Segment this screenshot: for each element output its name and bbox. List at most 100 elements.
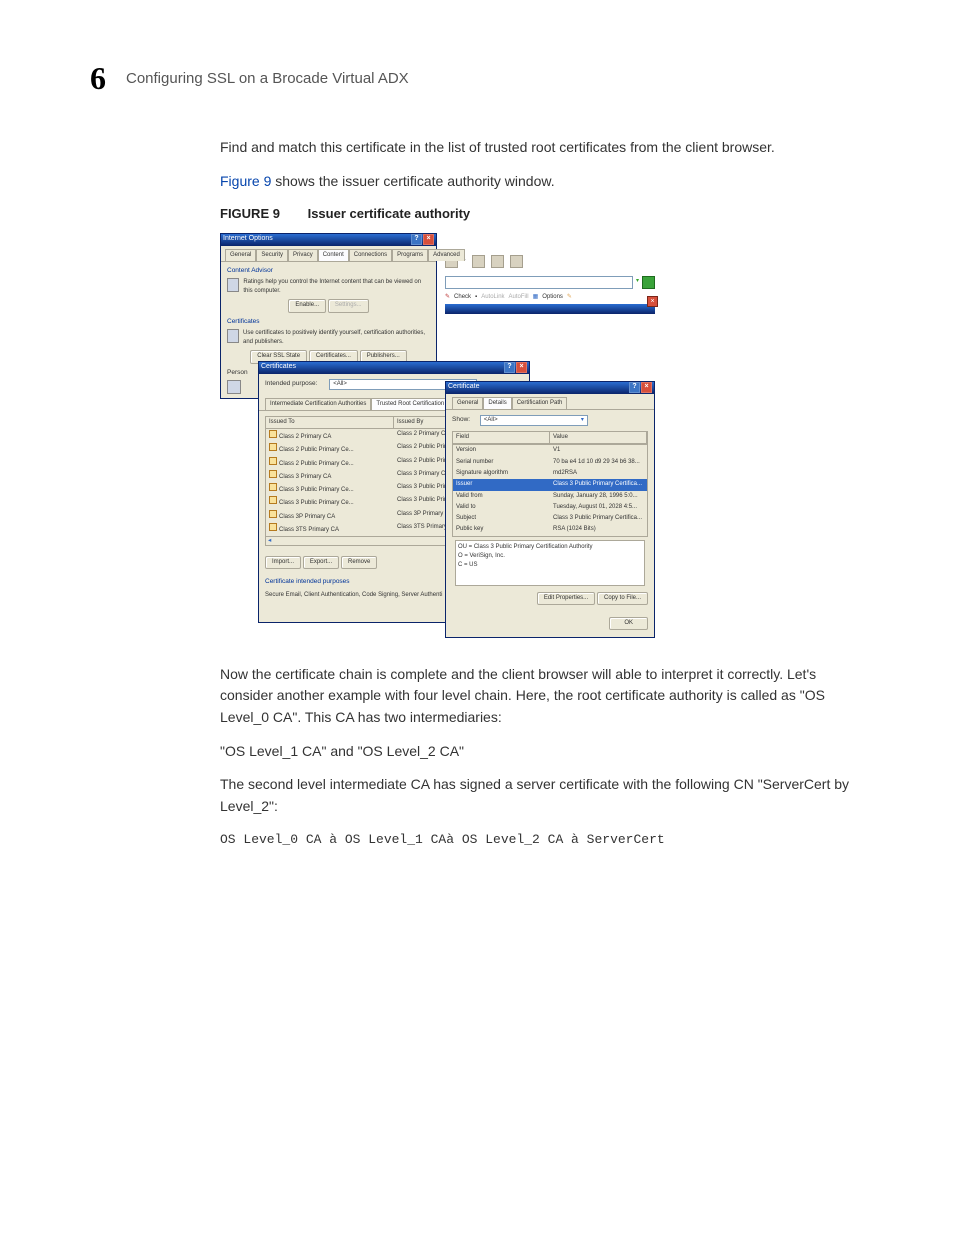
- table-row: Valid fromSunday, January 28, 1996 5:0..…: [453, 491, 647, 502]
- certificate-icon: [227, 329, 239, 343]
- table-row-selected: IssuerClass 3 Public Primary Certifica..…: [453, 479, 647, 490]
- go-arrow-icon[interactable]: ▾: [636, 277, 639, 286]
- text: shows the issuer certificate authority w…: [271, 173, 554, 189]
- options-link[interactable]: Options: [542, 293, 563, 302]
- paragraph: Now the certificate chain is complete an…: [220, 664, 860, 729]
- window-title: Certificates: [261, 362, 296, 373]
- certificate-details-window: Certificate ?× General Details Certifica…: [445, 381, 655, 638]
- table-row: Signature algorithmmd2RSA: [453, 468, 647, 479]
- cert-icon: [269, 470, 277, 478]
- edit-properties-button[interactable]: Edit Properties...: [537, 592, 595, 605]
- toolbar-text: ▪: [475, 293, 477, 302]
- page-header: 6 Configuring SSL on a Brocade Virtual A…: [90, 60, 894, 97]
- col-value[interactable]: Value: [550, 432, 647, 443]
- table-row: Public keyRSA (1024 Bits): [453, 524, 647, 535]
- options-icon: ▦: [533, 293, 539, 302]
- copy-to-file-button[interactable]: Copy to File...: [597, 592, 648, 605]
- figure-label: FIGURE 9: [220, 206, 280, 221]
- dropdown-value: <All>: [333, 381, 347, 387]
- help-icon[interactable]: ?: [411, 234, 422, 245]
- intended-purpose-label: Intended purpose:: [265, 380, 317, 387]
- tab-advanced[interactable]: Advanced: [428, 249, 465, 261]
- certificates-text: Use certificates to positively identify …: [243, 329, 430, 348]
- paragraph-indented: "OS Level_1 CA" and "OS Level_2 CA": [220, 741, 860, 763]
- tab-general[interactable]: General: [452, 397, 483, 409]
- titlebar: Certificates ?×: [259, 362, 529, 374]
- cert-icon: [269, 483, 277, 491]
- close-icon[interactable]: ×: [516, 362, 527, 373]
- toolbar-icon: ✎: [567, 293, 572, 302]
- figure-title: Issuer certificate authority: [308, 206, 471, 221]
- window-title: Certificate: [448, 382, 480, 393]
- close-icon[interactable]: ×: [641, 382, 652, 393]
- cert-icon: [269, 430, 277, 438]
- profile-icon: [227, 380, 241, 394]
- figure-ref-link[interactable]: Figure 9: [220, 173, 271, 189]
- content-advisor-label: Content Advisor: [227, 266, 430, 276]
- tab-cert-path[interactable]: Certification Path: [512, 397, 568, 409]
- toolbar-icon[interactable]: [510, 255, 523, 268]
- code-block: OS Level_0 CA à OS Level_1 CAà OS Level_…: [220, 830, 860, 850]
- url-field[interactable]: [445, 276, 633, 289]
- paragraph: Figure 9 shows the issuer certificate au…: [220, 171, 860, 193]
- show-label: Show:: [452, 416, 470, 423]
- dropdown-value: <All>: [484, 417, 498, 423]
- help-icon[interactable]: ?: [504, 362, 515, 373]
- table-row: Serial number70 ba e4 1d 10 d9 29 34 b6 …: [453, 457, 647, 468]
- enable-button[interactable]: Enable...: [288, 299, 326, 312]
- titlebar: Certificate ?×: [446, 382, 654, 394]
- paragraph: Find and match this certificate in the l…: [220, 137, 860, 159]
- tab-programs[interactable]: Programs: [392, 249, 428, 261]
- close-icon[interactable]: ×: [423, 234, 434, 245]
- go-button[interactable]: [642, 276, 655, 289]
- titlebar: Internet Options ?×: [221, 234, 436, 246]
- content-advisor-icon: [227, 278, 239, 292]
- section-title: Configuring SSL on a Brocade Virtual ADX: [126, 70, 409, 87]
- close-icon[interactable]: ×: [647, 296, 658, 307]
- table-row: Valid toTuesday, August 01, 2028 4:5...: [453, 502, 647, 513]
- tab-general[interactable]: General: [225, 249, 256, 261]
- table-row: SubjectClass 3 Public Primary Certifica.…: [453, 513, 647, 524]
- document-page: 6 Configuring SSL on a Brocade Virtual A…: [0, 0, 954, 1235]
- show-dropdown[interactable]: <All> ▾: [480, 415, 588, 426]
- detail-textbox[interactable]: OU = Class 3 Public Primary Certificatio…: [455, 540, 645, 586]
- help-icon[interactable]: ?: [629, 382, 640, 393]
- cert-icon: [269, 457, 277, 465]
- tab-security[interactable]: Security: [256, 249, 288, 261]
- abc-icon: ✎: [445, 293, 450, 302]
- window-title: Internet Options: [223, 234, 273, 245]
- details-header: Field Value: [452, 431, 648, 444]
- check-label[interactable]: Check: [454, 293, 471, 302]
- export-button[interactable]: Export...: [303, 556, 339, 569]
- col-issued-to[interactable]: Issued To: [266, 417, 394, 428]
- cert-icon: [269, 443, 277, 451]
- chevron-down-icon: ▾: [581, 416, 584, 425]
- cert-icon: [269, 523, 277, 531]
- body-area: Find and match this certificate in the l…: [220, 137, 860, 850]
- toolbar-icon[interactable]: [491, 255, 504, 268]
- details-list[interactable]: VersionV1 Serial number70 ba e4 1d 10 d9…: [452, 444, 648, 536]
- figure-caption: FIGURE 9 Issuer certificate authority: [220, 204, 860, 224]
- col-field[interactable]: Field: [453, 432, 550, 443]
- tab-details[interactable]: Details: [483, 397, 511, 409]
- tab-row: General Security Privacy Content Connect…: [221, 246, 436, 262]
- toolbar-disabled-text: AutoLink: [481, 293, 504, 302]
- toolbar-icon[interactable]: [472, 255, 485, 268]
- toolbar-disabled-text: AutoFill: [509, 293, 529, 302]
- tab-content[interactable]: Content: [318, 249, 349, 261]
- tab-privacy[interactable]: Privacy: [288, 249, 318, 261]
- browser-toolbar-fragment: · ▾ ✎ Check ▪ AutoLink AutoFill ▦: [445, 255, 655, 310]
- tab-trusted-root-ca[interactable]: Trusted Root Certification A: [371, 398, 454, 410]
- cert-icon: [269, 510, 277, 518]
- figure-screenshot: · ▾ ✎ Check ▪ AutoLink AutoFill ▦: [220, 233, 655, 638]
- table-row: VersionV1: [453, 445, 647, 456]
- ok-button[interactable]: OK: [609, 617, 648, 630]
- paragraph: The second level intermediate CA has sig…: [220, 774, 860, 817]
- content-advisor-text: Ratings help you control the Internet co…: [243, 278, 430, 297]
- import-button[interactable]: Import...: [265, 556, 301, 569]
- cert-icon: [269, 496, 277, 504]
- certificates-label: Certificates: [227, 317, 430, 327]
- tab-intermediate-ca[interactable]: Intermediate Certification Authorities: [265, 398, 371, 410]
- remove-button[interactable]: Remove: [341, 556, 377, 569]
- tab-connections[interactable]: Connections: [349, 249, 392, 261]
